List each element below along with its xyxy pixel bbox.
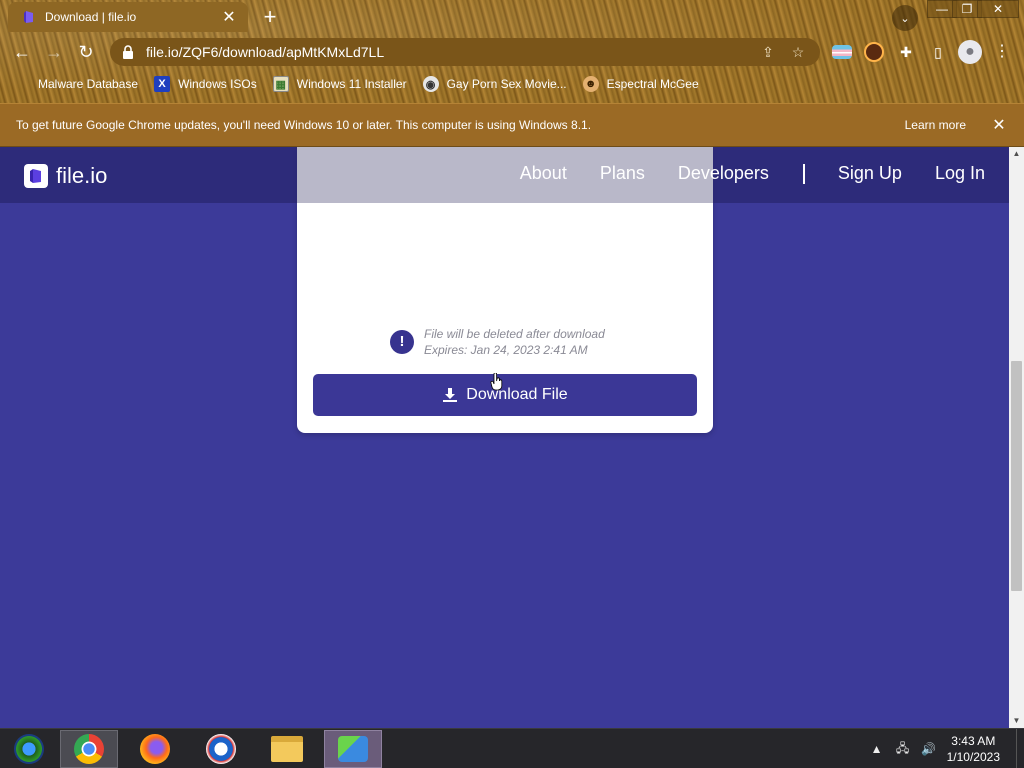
download-label: Download File (466, 386, 568, 403)
chrome-icon (74, 734, 104, 764)
forward-arrow-icon[interactable]: → (42, 40, 66, 64)
lock-icon (123, 45, 133, 59)
chrome-menu-icon[interactable]: ⋮ (992, 42, 1012, 62)
flag-extension-icon[interactable] (832, 45, 852, 59)
face-icon: ☻ (582, 76, 599, 92)
nav-about[interactable]: About (520, 163, 567, 184)
bookmark-windows-11-installer[interactable]: ▦ Windows 11 Installer (272, 76, 407, 92)
file-io-favicon-icon (24, 11, 33, 23)
network-people-icon (338, 736, 368, 762)
scroll-up-icon[interactable]: ▲ (1009, 147, 1024, 161)
infobar-close-icon[interactable]: ✕ (988, 115, 1010, 135)
taskbar-news-app[interactable] (192, 730, 250, 768)
show-desktop-button[interactable] (1016, 729, 1024, 768)
network-icon[interactable]: 🖧 (895, 739, 911, 760)
share-icon[interactable]: ⇪ (758, 42, 778, 62)
window-close-button[interactable]: ✕ (977, 0, 1019, 18)
firefox-icon (140, 734, 170, 764)
infobar-message: To get future Google Chrome updates, you… (16, 118, 592, 132)
disc-icon: ◉ (422, 76, 439, 92)
download-icon (443, 388, 458, 402)
bookmark-windows-isos[interactable]: X Windows ISOs (154, 76, 257, 92)
download-file-button[interactable]: Download File (313, 374, 697, 416)
browser-toolbar: ← → ↻ file.io/ZQF6/download/apMtKMxLd7LL… (0, 36, 1024, 68)
bookmark-label: Malware Database (38, 77, 139, 91)
back-arrow-icon[interactable]: ← (10, 40, 34, 64)
hand-cursor-icon (490, 373, 503, 391)
site-header: file.io About Plans Developers Sign Up L… (0, 147, 1009, 203)
page-scrollbar[interactable]: ▲ ▼ (1009, 147, 1024, 728)
taskbar-clock[interactable]: 3:43 AM 1/10/2023 (947, 733, 1000, 765)
delete-notice-text: File will be deleted after download (424, 327, 605, 341)
scroll-thumb[interactable] (1011, 361, 1022, 591)
taskbar-media-center[interactable] (0, 730, 58, 768)
exclamation-icon: ! (390, 330, 414, 354)
clock-time: 3:43 AM (951, 734, 996, 748)
bookmark-label: Espectral McGee (606, 77, 699, 91)
tab-search-icon[interactable]: ⌄ (892, 5, 918, 31)
tab-close-icon[interactable]: ✕ (220, 8, 238, 26)
bookmark-star-icon[interactable]: ☆ (788, 42, 808, 62)
bookmark-espectral-mcgee[interactable]: ☻ Espectral McGee (582, 76, 699, 92)
nav-sign-up[interactable]: Sign Up (838, 163, 902, 184)
system-tray: ▲ 🖧 🔊 3:43 AM 1/10/2023 (869, 729, 1024, 768)
taskbar-chrome[interactable] (60, 730, 118, 768)
side-panel-icon[interactable]: ▯ (928, 42, 948, 62)
tray-chevron-icon[interactable]: ▲ (869, 742, 885, 756)
bookmark-label: Gay Porn Sex Movie... (446, 77, 567, 91)
logo-text: file.io (56, 163, 108, 188)
bookmark-movie[interactable]: ◉ Gay Porn Sex Movie... (422, 76, 567, 92)
logo-icon (24, 164, 48, 188)
address-bar[interactable]: file.io/ZQF6/download/apMtKMxLd7LL ⇪ ☆ (110, 38, 820, 66)
browser-frame: Download | file.io ✕ + ⌄ — ❐ ✕ ← → ↻ fil… (0, 0, 1024, 103)
file-io-logo[interactable]: file.io (24, 163, 107, 189)
bookmark-label: Windows 11 Installer (296, 77, 407, 91)
news-app-icon (206, 734, 236, 764)
tab-title: Download | file.io (45, 10, 137, 24)
bookmark-malware-database[interactable]: Malware Database (14, 76, 138, 92)
avatar-extension-icon[interactable] (864, 42, 884, 62)
extensions-puzzle-icon[interactable]: ✚ (896, 42, 916, 62)
nav-log-in[interactable]: Log In (935, 163, 985, 184)
volume-icon[interactable]: 🔊 (921, 742, 937, 756)
nav-developers[interactable]: Developers (678, 163, 769, 184)
folder-icon (271, 736, 303, 762)
update-infobar: To get future Google Chrome updates, you… (0, 103, 1024, 147)
taskbar-firefox[interactable] (126, 730, 184, 768)
page-viewport: ! File will be deleted after download Ex… (0, 147, 1009, 728)
browser-tab[interactable]: Download | file.io ✕ (8, 2, 248, 32)
learn-more-link[interactable]: Learn more (905, 118, 966, 132)
expires-text: Expires: Jan 24, 2023 2:41 AM (424, 343, 588, 357)
windows-taskbar: ▲ 🖧 🔊 3:43 AM 1/10/2023 (0, 728, 1024, 768)
expiry-notice: ! File will be deleted after download Ex… (390, 326, 605, 358)
bookmarks-bar: Malware Database X Windows ISOs ▦ Window… (0, 72, 1024, 96)
bug-icon (14, 76, 30, 92)
site-nav: About Plans Developers Sign Up Log In (487, 163, 985, 184)
taskbar-file-explorer[interactable] (258, 730, 316, 768)
taskbar-network-app[interactable] (324, 730, 382, 768)
image-icon: ▦ (272, 76, 289, 92)
new-tab-icon[interactable]: + (258, 6, 282, 30)
clock-date: 1/10/2023 (946, 750, 1000, 764)
media-center-icon (14, 734, 44, 764)
nav-divider (802, 163, 805, 184)
reload-icon[interactable]: ↻ (74, 40, 98, 64)
url-text: file.io/ZQF6/download/apMtKMxLd7LL (146, 44, 385, 60)
x-icon: X (154, 76, 171, 92)
profile-icon[interactable]: ● (958, 40, 982, 64)
nav-plans[interactable]: Plans (600, 163, 645, 184)
bookmark-label: Windows ISOs (178, 77, 257, 91)
scroll-down-icon[interactable]: ▼ (1009, 714, 1024, 728)
